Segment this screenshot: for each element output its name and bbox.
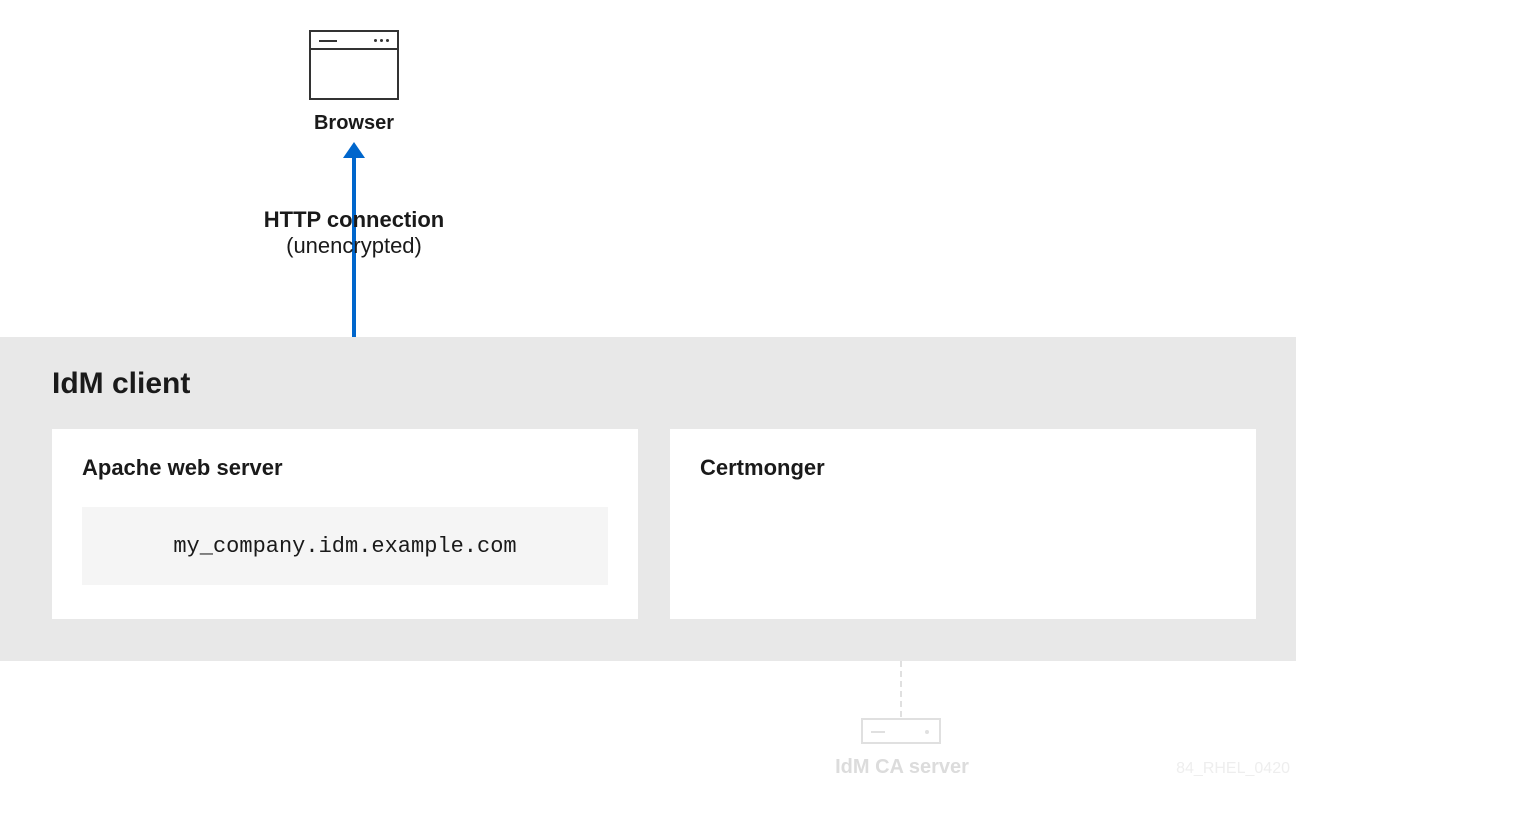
server-icon: [861, 718, 941, 744]
apache-hostname: my_company.idm.example.com: [82, 507, 608, 585]
apache-title: Apache web server: [82, 455, 608, 481]
connection-note: (unencrypted): [230, 233, 478, 259]
browser-titlebar: [311, 32, 397, 50]
certmonger-title: Certmonger: [700, 455, 1226, 481]
ca-server-dash-line: [900, 661, 902, 717]
connection-label: HTTP connection (unencrypted): [230, 207, 478, 259]
apache-panel: Apache web server my_company.idm.example…: [52, 429, 638, 619]
browser-icon: [309, 30, 399, 100]
ca-server-label: IdM CA server: [820, 756, 984, 779]
idm-client-container: IdM client Apache web server my_company.…: [0, 337, 1296, 661]
idm-client-title: IdM client: [52, 367, 1256, 401]
connection-type: HTTP connection: [230, 207, 478, 233]
footer-code: 84_RHEL_0420: [1176, 760, 1290, 778]
certmonger-panel: Certmonger: [670, 429, 1256, 619]
browser-window-dots: [374, 39, 389, 42]
browser-label: Browser: [309, 112, 399, 135]
diagram-canvas: Browser HTTP connection (unencrypted) Id…: [0, 0, 1520, 823]
idm-client-boxes: Apache web server my_company.idm.example…: [52, 429, 1256, 619]
